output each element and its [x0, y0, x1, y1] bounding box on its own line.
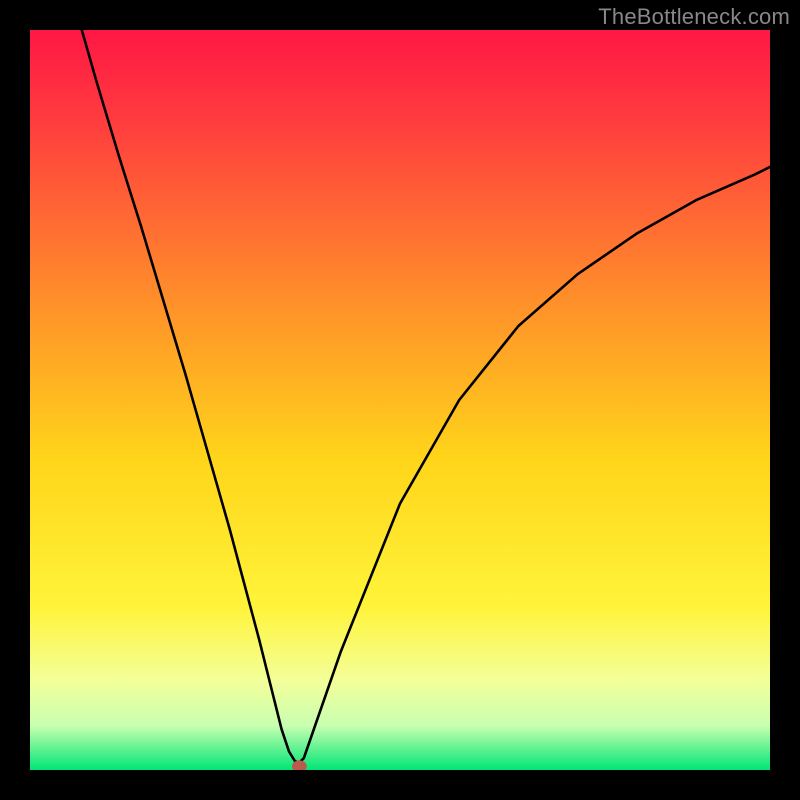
watermark-text: TheBottleneck.com — [598, 4, 790, 30]
plot-area — [30, 30, 770, 770]
plot-svg — [30, 30, 770, 770]
chart-frame: TheBottleneck.com — [0, 0, 800, 800]
gradient-background — [30, 30, 770, 770]
